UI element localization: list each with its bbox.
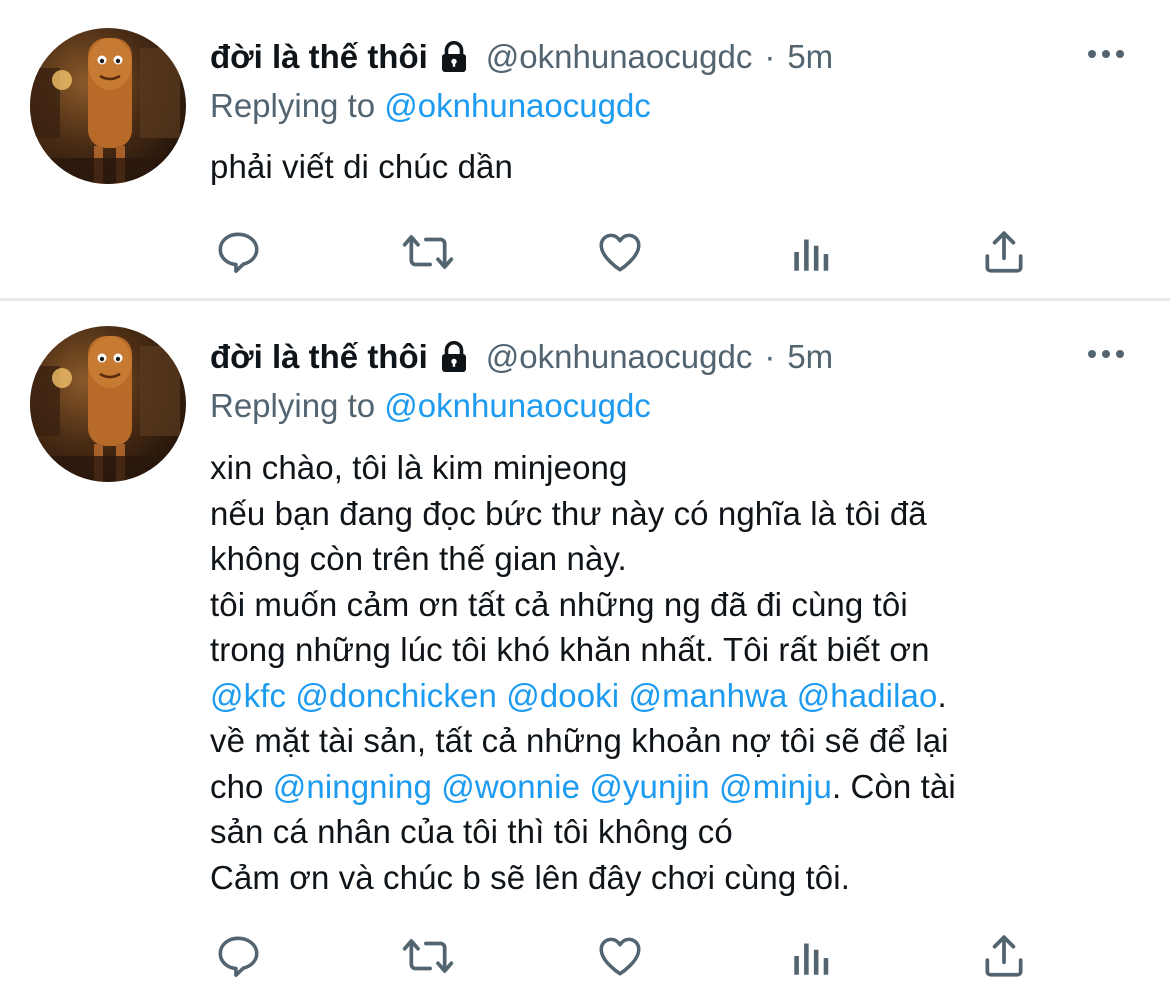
share-icon [985,231,1023,273]
mention-link[interactable]: @donchicken [295,677,497,714]
tweet-divider [0,298,1170,301]
text-segment: trong những lúc tôi khó khăn nhất. Tôi r… [210,631,930,668]
reply-icon [218,936,259,977]
tweet-text: xin chào, tôi là kim minjeong nếu bạn đan… [210,445,1110,900]
tweet-text-line: nếu bạn đang đọc bức thư này có nghĩa là… [210,491,1110,537]
replying-to-mention[interactable]: @oknhunaocugdc [384,387,651,424]
tweet-text-line: tôi muốn cảm ơn tất cả những ng đã đi cù… [210,582,1110,628]
lock-icon [441,341,466,372]
reply-icon [218,232,259,273]
like-button[interactable] [592,224,648,280]
text-segment [580,768,589,805]
share-button[interactable] [976,224,1032,280]
retweet-button[interactable] [400,928,456,984]
avatar-image [30,326,186,482]
replying-prefix: Replying to [210,387,376,424]
mention-link[interactable]: @ningning [273,768,432,805]
text-segment: nếu bạn đang đọc bức thư này có nghĩa là… [210,494,927,532]
tweet[interactable]: đời là thế thôi @oknhunaocugdc · 5m Repl… [0,302,1170,1002]
tweet-text-line: phải viết di chúc dần [210,144,1110,190]
more-horizontal-icon[interactable] [1086,44,1126,64]
timestamp[interactable]: 5m [787,334,833,380]
separator-dot: · [764,38,776,75]
more-horizontal-icon[interactable] [1086,344,1126,364]
tweet-text-line: cho @ningning @wonnie @yunjin @minju. Cò… [210,764,1110,810]
tweet-actions [210,224,1050,280]
mention-link[interactable]: @hadilao [797,677,938,714]
tweet-header: đời là thế thôi @oknhunaocugdc · 5m [210,334,833,380]
tweet-text-line: xin chào, tôi là kim minjeong [210,445,1110,491]
display-name[interactable]: đời là thế thôi [210,334,428,380]
handle[interactable]: @oknhunaocugdc [486,334,753,380]
mention-link[interactable]: @kfc [210,677,286,714]
analytics-icon [794,239,829,271]
text-segment: tôi muốn cảm ơn tất cả những ng đã đi cù… [210,585,908,623]
text-segment: . [937,676,947,714]
text-segment [787,677,796,714]
mention-link[interactable]: @yunjin [589,768,709,805]
tweet-text-line: sản cá nhân của tôi thì tôi không có [210,809,1110,855]
text-segment [432,768,441,805]
timestamp[interactable]: 5m [787,34,833,80]
handle[interactable]: @oknhunaocugdc [486,34,753,80]
mention-link[interactable]: @dooki [506,677,619,714]
analytics-icon [794,943,829,975]
share-icon [985,935,1023,977]
replying-to-mention[interactable]: @oknhunaocugdc [384,87,651,124]
tweet-text: phải viết di chúc dần [210,144,1110,190]
like-heart-icon [599,937,641,976]
retweet-button[interactable] [400,224,456,280]
share-button[interactable] [976,928,1032,984]
tweet[interactable]: đời là thế thôi @oknhunaocugdc · 5m Repl… [0,0,1170,300]
reply-button[interactable] [210,224,266,280]
tweet-actions [210,928,1050,984]
replying-prefix: Replying to [210,87,376,124]
replying-to: Replying to @oknhunaocugdc [210,384,651,428]
lock-icon [441,41,466,72]
tweet-text-line: trong những lúc tôi khó khăn nhất. Tôi r… [210,627,1110,673]
text-segment: . Còn tài [831,767,956,805]
text-segment: cho [210,767,273,805]
analytics-button[interactable] [784,928,840,984]
mention-link[interactable]: @manhwa [628,677,787,714]
analytics-button[interactable] [784,224,840,280]
tweet-text-line: không còn trên thế gian này. [210,536,1110,582]
tweet-text-line: Cảm ơn và chúc b sẽ lên đây chơi cùng tô… [210,855,1110,901]
text-segment [286,677,295,714]
retweet-icon [402,235,454,269]
avatar-image [30,28,186,184]
text-segment [710,768,719,805]
tweet-header: đời là thế thôi @oknhunaocugdc · 5m [210,34,833,80]
display-name[interactable]: đời là thế thôi [210,34,428,80]
like-heart-icon [599,233,641,272]
text-segment: về mặt tài sản, tất cả những khoản nợ tô… [210,722,949,759]
avatar[interactable] [30,28,186,184]
text-segment: không còn trên thế gian này. [210,540,627,577]
text-segment: Cảm ơn và chúc b sẽ lên đây chơi cùng tô… [210,858,850,896]
mention-link[interactable]: @minju [719,768,832,805]
text-segment: phải viết di chúc dần [210,148,513,185]
replying-to: Replying to @oknhunaocugdc [210,84,651,128]
text-segment [497,677,506,714]
retweet-icon [402,939,454,973]
text-segment: xin chào, tôi là kim minjeong [210,449,628,486]
text-segment: sản cá nhân của tôi thì tôi không có [210,813,733,850]
tweet-text-line: @kfc @donchicken @dooki @manhwa @hadilao… [210,673,1110,719]
separator-dot: · [764,338,776,375]
like-button[interactable] [592,928,648,984]
avatar[interactable] [30,326,186,482]
reply-button[interactable] [210,928,266,984]
tweet-text-line: về mặt tài sản, tất cả những khoản nợ tô… [210,718,1110,764]
mention-link[interactable]: @wonnie [441,768,580,805]
